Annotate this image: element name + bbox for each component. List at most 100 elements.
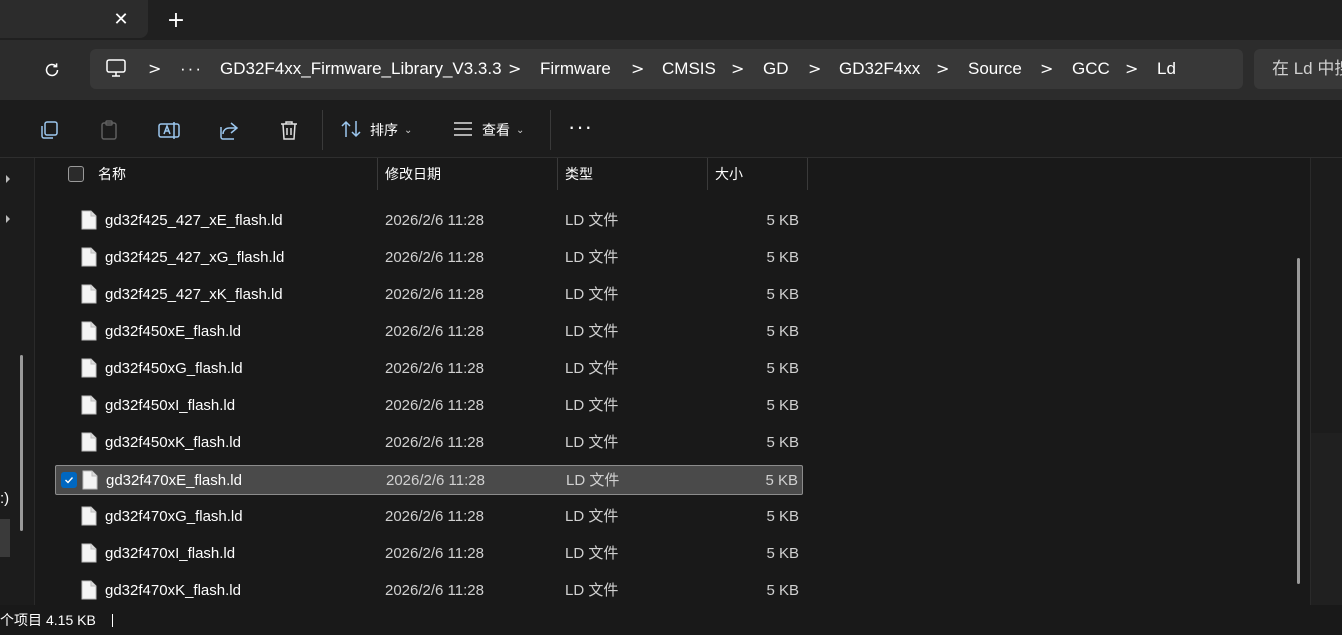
file-type: LD 文件 [565, 545, 619, 562]
file-icon [81, 395, 97, 415]
file-name[interactable]: gd32f450xI_flash.ld [105, 391, 235, 421]
file-row[interactable]: gd32f470xK_flash.ld 2026/2/6 11:28 LD 文件 5 … [55, 576, 803, 605]
breadcrumb-segment[interactable]: GD32F4xx [839, 49, 920, 89]
breadcrumb-overflow[interactable]: ··· [180, 49, 203, 89]
this-pc-icon[interactable] [106, 59, 128, 79]
toolbar-separator [550, 110, 551, 150]
breadcrumb-segment[interactable]: GD [763, 49, 789, 89]
refresh-icon[interactable] [38, 56, 66, 84]
delete-icon[interactable] [277, 118, 301, 142]
rename-icon[interactable] [157, 118, 181, 142]
column-type[interactable]: 类型 [565, 158, 593, 190]
column-size[interactable]: 大小 [715, 158, 743, 190]
file-list: ^ 名称 修改日期 类型 大小 gd32f425_427_xE_flash.ld… [34, 158, 1342, 605]
file-type: LD 文件 [565, 508, 619, 525]
new-tab-icon[interactable]: + [162, 6, 190, 34]
file-name[interactable]: gd32f450xE_flash.ld [105, 317, 241, 347]
chevron-right-icon[interactable]: > [508, 49, 521, 89]
file-size: 5 KB [766, 360, 799, 377]
file-icon [81, 321, 97, 341]
active-tab[interactable]: ✕ [0, 0, 148, 38]
column-divider[interactable] [557, 158, 558, 190]
file-size: 5 KB [766, 582, 799, 599]
close-tab-icon[interactable]: ✕ [108, 6, 134, 32]
breadcrumb-segment[interactable]: Firmware [540, 49, 611, 89]
file-size: 5 KB [766, 545, 799, 562]
select-all-checkbox[interactable] [68, 166, 84, 182]
view-button[interactable]: 查看 ⌄ [452, 117, 524, 143]
row-checkbox[interactable] [61, 472, 77, 488]
nav-drive-label[interactable]: :) [0, 490, 9, 507]
nav-scrollbar[interactable] [20, 355, 23, 531]
search-input[interactable]: 在 Ld 中搜 [1254, 49, 1342, 89]
chevron-right-icon[interactable]: > [631, 49, 644, 89]
file-size: 5 KB [766, 508, 799, 525]
file-size: 5 KB [766, 286, 799, 303]
file-name[interactable]: gd32f470xK_flash.ld [105, 576, 241, 605]
chevron-right-icon[interactable]: > [731, 49, 744, 89]
file-row[interactable]: gd32f450xI_flash.ld 2026/2/6 11:28 LD 文件 5 … [55, 391, 803, 421]
file-name[interactable]: gd32f425_427_xG_flash.ld [105, 243, 284, 273]
column-name[interactable]: 名称 [98, 158, 126, 190]
file-name[interactable]: gd32f450xG_flash.ld [105, 354, 243, 384]
column-header: ^ 名称 修改日期 类型 大小 [35, 158, 1310, 190]
file-row[interactable]: gd32f470xG_flash.ld 2026/2/6 11:28 LD 文件 5 … [55, 502, 803, 532]
file-name[interactable]: gd32f450xK_flash.ld [105, 428, 241, 458]
file-row[interactable]: gd32f425_427_xK_flash.ld 2026/2/6 11:28 LD… [55, 280, 803, 310]
pin-icon[interactable] [0, 212, 10, 224]
file-row[interactable]: gd32f470xE_flash.ld 2026/2/6 11:28 LD 文件 5 … [55, 465, 803, 495]
sort-label: 排序 [370, 122, 398, 138]
file-name[interactable]: gd32f470xI_flash.ld [105, 539, 235, 569]
selected-size-text: 4.15 KB [46, 612, 96, 628]
file-name[interactable]: gd32f425_427_xE_flash.ld [105, 206, 283, 236]
share-icon[interactable] [217, 118, 241, 142]
more-options-icon[interactable]: ··· [568, 116, 594, 142]
file-size: 5 KB [766, 323, 799, 340]
chevron-right-icon[interactable]: > [936, 49, 949, 89]
chevron-right-icon[interactable]: > [1040, 49, 1053, 89]
vertical-scrollbar[interactable] [1297, 258, 1300, 584]
copy-icon[interactable] [37, 118, 61, 142]
file-modified: 2026/2/6 11:28 [385, 582, 484, 599]
breadcrumb-segment[interactable]: GD32F4xx_Firmware_Library_V3.3.3 [220, 49, 502, 89]
column-divider[interactable] [707, 158, 708, 190]
file-type: LD 文件 [565, 286, 619, 303]
file-type: LD 文件 [565, 360, 619, 377]
file-modified: 2026/2/6 11:28 [385, 249, 484, 266]
file-type: LD 文件 [566, 472, 620, 489]
file-name[interactable]: gd32f425_427_xK_flash.ld [105, 280, 283, 310]
paste-icon[interactable] [97, 118, 121, 142]
file-type: LD 文件 [565, 434, 619, 451]
file-row[interactable]: gd32f450xE_flash.ld 2026/2/6 11:28 LD 文件 5 … [55, 317, 803, 347]
file-row[interactable]: gd32f425_427_xG_flash.ld 2026/2/6 11:28 LD… [55, 243, 803, 273]
file-modified: 2026/2/6 11:28 [385, 508, 484, 525]
file-modified: 2026/2/6 11:28 [385, 212, 484, 229]
file-name[interactable]: gd32f470xE_flash.ld [106, 466, 242, 496]
file-row[interactable]: gd32f450xG_flash.ld 2026/2/6 11:28 LD 文件 5 … [55, 354, 803, 384]
sort-button[interactable]: 排序 ⌄ [340, 117, 412, 143]
chevron-right-icon[interactable]: > [808, 49, 821, 89]
file-size: 5 KB [766, 434, 799, 451]
file-icon [81, 543, 97, 563]
file-type: LD 文件 [565, 212, 619, 229]
nav-item-highlight[interactable] [0, 519, 10, 557]
column-modified[interactable]: 修改日期 [385, 158, 441, 190]
toolbar-separator [322, 110, 323, 150]
file-row[interactable]: gd32f425_427_xE_flash.ld 2026/2/6 11:28 LD… [55, 206, 803, 236]
file-row[interactable]: gd32f470xI_flash.ld 2026/2/6 11:28 LD 文件 5 … [55, 539, 803, 569]
file-row[interactable]: gd32f450xK_flash.ld 2026/2/6 11:28 LD 文件 5 … [55, 428, 803, 458]
file-size: 5 KB [766, 397, 799, 414]
chevron-right-icon[interactable]: > [1125, 49, 1138, 89]
pin-icon[interactable] [0, 172, 10, 184]
column-divider[interactable] [377, 158, 378, 190]
breadcrumb-segment[interactable]: Source [968, 49, 1022, 89]
file-icon [81, 358, 97, 378]
address-bar[interactable]: > ··· GD32F4xx_Firmware_Library_V3.3.3 >… [90, 49, 1243, 89]
breadcrumb-segment[interactable]: CMSIS [662, 49, 716, 89]
file-icon [82, 470, 98, 490]
chevron-right-icon[interactable]: > [148, 49, 161, 89]
file-name[interactable]: gd32f470xG_flash.ld [105, 502, 243, 532]
breadcrumb-segment[interactable]: GCC [1072, 49, 1110, 89]
column-divider[interactable] [807, 158, 808, 190]
breadcrumb-segment[interactable]: Ld [1157, 49, 1176, 89]
